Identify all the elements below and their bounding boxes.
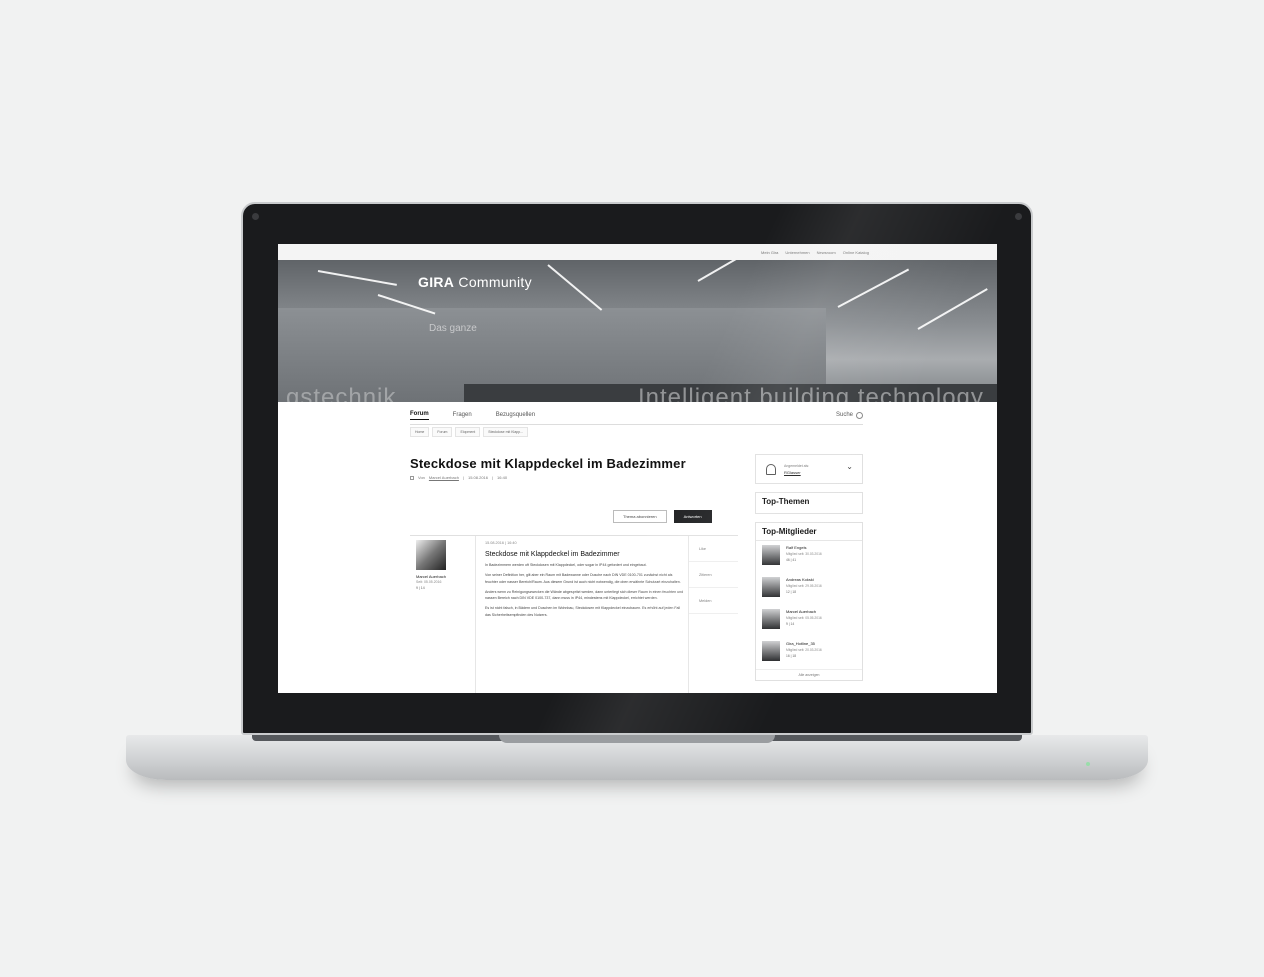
thread-by: Von xyxy=(418,475,425,480)
member-item[interactable]: Gira_Hotline_35 Mitglied seit: 20.03.201… xyxy=(756,637,862,669)
gira-community-logo[interactable]: GIRA Community xyxy=(418,274,532,290)
login-hint: Angemeldet als: xyxy=(784,463,810,468)
utility-bar: Mein Gira Unternehmen Newsroom Online Ka… xyxy=(278,244,997,260)
post-date: 15.08.2016 | 16:40 xyxy=(485,541,517,545)
member-stats: 16 | 18 xyxy=(786,654,797,658)
post-author: Marcel Auerbach Seit: 05.05.2016 9 | 14 xyxy=(416,540,474,590)
status-led xyxy=(1086,762,1090,766)
hero-bigtext-left: gstechnik xyxy=(286,384,397,402)
author-stats: 9 | 14 xyxy=(416,586,425,590)
author-name[interactable]: Marcel Auerbach xyxy=(416,574,474,579)
member-stats: 46 | 41 xyxy=(786,558,797,562)
post-paragraph: In Badezimmern werden oft Steckdosen mit… xyxy=(485,563,647,567)
thread-header: Steckdose mit Klappdeckel im Badezimmer … xyxy=(410,456,738,480)
laptop-base xyxy=(126,735,1148,780)
avatar[interactable] xyxy=(416,540,446,570)
thread-actions: Thema abonnieren Antworten xyxy=(613,510,712,523)
top-members-title: Top-Mitglieder xyxy=(756,523,862,541)
top-themes-title[interactable]: Top-Themen xyxy=(756,493,862,510)
nav-divider xyxy=(410,424,863,425)
author-since: Seit: 05.05.2016 xyxy=(416,580,442,584)
meta-separator: | xyxy=(492,475,494,480)
ceiling-light xyxy=(317,270,397,286)
page-title: Steckdose mit Klappdeckel im Badezimmer xyxy=(410,456,686,471)
sidebar: Angemeldet als: RGlasser ⌄ Top-Themen To… xyxy=(755,454,863,689)
member-since: Mitglied seit: 29.05.2016 xyxy=(786,584,822,588)
forum-post: Marcel Auerbach Seit: 05.05.2016 9 | 14 … xyxy=(410,535,738,693)
meta-separator: | xyxy=(462,475,464,480)
search-label: Suche xyxy=(835,412,853,418)
login-user[interactable]: RGlasser xyxy=(784,470,809,475)
member-avatar xyxy=(762,641,780,661)
member-since: Mitglied seit: 05.05.2016 xyxy=(786,616,822,620)
user-icon xyxy=(766,463,776,475)
top-themes-card: Top-Themen xyxy=(755,492,863,514)
hero-claim: Das ganze xyxy=(429,323,477,334)
chevron-down-icon[interactable]: ⌄ xyxy=(846,462,853,471)
main-nav: Forum Fragen Bezugsquellen Suche xyxy=(410,407,863,423)
member-item[interactable]: Andreas Kokski Mitglied seit: 29.05.2016… xyxy=(756,573,862,605)
reply-button[interactable]: Antworten xyxy=(673,510,712,523)
post-body: 15.08.2016 | 16:40 Steckdose mit Klappde… xyxy=(485,541,685,618)
login-card[interactable]: Angemeldet als: RGlasser ⌄ xyxy=(755,454,863,484)
login-info: Angemeldet als: RGlasser xyxy=(784,464,809,475)
post-divider xyxy=(475,536,476,693)
post-title: Steckdose mit Klappdeckel im Badezimmer xyxy=(485,551,620,558)
ceiling-light xyxy=(837,268,910,308)
ceiling-light xyxy=(697,260,751,282)
camera-dot-left xyxy=(252,213,259,220)
post-paragraph: Von seiner Definition her, gilt aber ein… xyxy=(485,573,681,584)
thread-author-link[interactable]: Marcel Auerbach xyxy=(429,475,459,480)
member-avatar xyxy=(762,609,780,629)
top-members-card: Top-Mitglieder Ralf Engels Mitglied seit… xyxy=(755,522,863,681)
search-button[interactable]: Suche xyxy=(835,411,863,419)
member-stats: 12 | 18 xyxy=(786,590,797,594)
member-stats: 9 | 14 xyxy=(786,622,795,626)
camera-dot-right xyxy=(1015,213,1022,220)
nav-item-forum[interactable]: Forum xyxy=(410,411,429,420)
post-paragraph: Anders wenn zu Reinigungszwecken die Wän… xyxy=(485,589,684,601)
member-since: Mitglied seit: 20.03.2016 xyxy=(786,648,822,652)
breadcrumb-category[interactable]: Elopment xyxy=(455,427,481,437)
quote-button[interactable]: Zitieren xyxy=(689,562,738,588)
utility-link-unternehmen[interactable]: Unternehmen xyxy=(785,250,809,255)
like-button[interactable]: Like xyxy=(689,536,738,562)
search-icon xyxy=(856,411,863,419)
breadcrumb-current: Steckdose mit Klapp... xyxy=(483,427,529,437)
breadcrumb-home[interactable]: Home xyxy=(410,427,430,437)
subscribe-button[interactable]: Thema abonnieren xyxy=(613,510,667,523)
member-avatar xyxy=(762,577,780,597)
laptop-notch xyxy=(499,735,775,743)
hero-bigtext-right: Intelligent building technology xyxy=(638,384,984,402)
post-paragraph: Es ist nicht falsch, in Bädern und Dusch… xyxy=(485,606,681,617)
report-button[interactable]: Melden xyxy=(689,588,738,614)
breadcrumb-forum[interactable]: Forum xyxy=(432,427,453,437)
member-name: Andreas Kokski xyxy=(786,577,814,582)
thread-meta: Von Marcel Auerbach | 15.08.2016 | 16:40 xyxy=(410,475,738,480)
thread-time: 16:40 xyxy=(497,475,508,480)
member-name: Ralf Engels xyxy=(786,545,807,550)
ceiling-light xyxy=(547,264,603,311)
member-avatar xyxy=(762,545,780,565)
post-tools: Like Zitieren Melden xyxy=(688,536,738,693)
utility-link-newsroom[interactable]: Newsroom xyxy=(817,250,836,255)
utility-link-online-katalog[interactable]: Online Katalog xyxy=(843,250,869,255)
nav-item-bezugsquellen[interactable]: Bezugsquellen xyxy=(496,412,535,418)
show-all-members-link[interactable]: Alle anzeigen xyxy=(756,669,862,680)
member-name: Marcel Auerbach xyxy=(786,609,817,614)
ceiling-light xyxy=(917,288,988,330)
member-name: Gira_Hotline_35 xyxy=(786,641,815,646)
laptop-lid: Mein Gira Unternehmen Newsroom Online Ka… xyxy=(241,202,1033,735)
member-item[interactable]: Ralf Engels Mitglied seit: 30.03.2016 46… xyxy=(756,541,862,573)
user-icon xyxy=(410,475,414,480)
member-item[interactable]: Marcel Auerbach Mitglied seit: 05.05.201… xyxy=(756,605,862,637)
thread-date: 15.08.2016 xyxy=(467,475,488,480)
utility-link-mein-gira[interactable]: Mein Gira xyxy=(761,250,778,255)
laptop-screen: Mein Gira Unternehmen Newsroom Online Ka… xyxy=(278,244,997,693)
nav-item-fragen[interactable]: Fragen xyxy=(453,412,472,418)
member-since: Mitglied seit: 30.03.2016 xyxy=(786,552,822,556)
breadcrumb: Home Forum Elopment Steckdose mit Klapp.… xyxy=(410,427,529,437)
hero-banner: GIRA Community Das ganze gstechnik Intel… xyxy=(278,260,997,402)
